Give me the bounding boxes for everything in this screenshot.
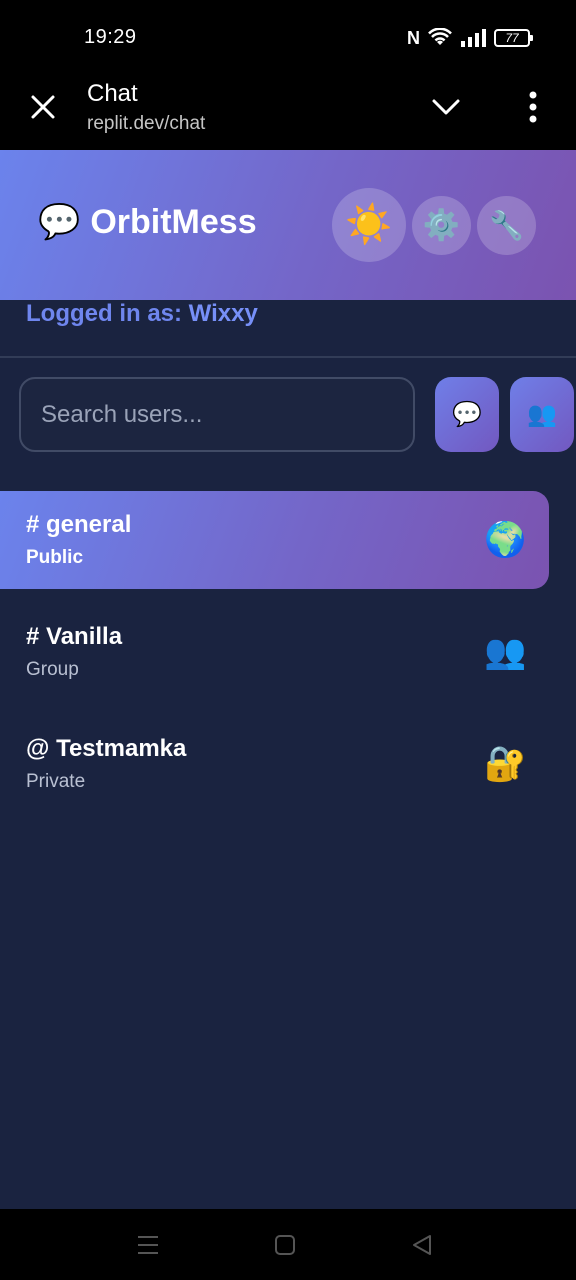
group-icon: 👥 — [484, 633, 527, 671]
browser-title: Chat — [87, 80, 138, 107]
logged-in-label: Logged in as: — [26, 300, 182, 327]
channel-item-vanilla[interactable]: # Vanilla Group 👥 — [0, 603, 549, 701]
square-icon[interactable] — [271, 1231, 299, 1259]
speech-bubble-icon: 💬 — [38, 203, 81, 241]
app-title-text: OrbitMess — [90, 202, 257, 241]
new-group-button[interactable]: 👥 — [510, 377, 574, 452]
browser-toolbar: Chat replit.dev/chat — [0, 76, 576, 150]
search-box — [19, 377, 415, 452]
signal-icon — [461, 29, 486, 47]
channel-item-testmamka[interactable]: @ Testmamka Private 🔐 — [0, 715, 549, 813]
close-icon[interactable] — [28, 92, 58, 122]
username: Wixxy — [188, 300, 258, 327]
globe-icon: 🌍 — [484, 521, 527, 559]
tools-button[interactable]: 🔧 — [477, 196, 536, 255]
channel-item-general[interactable]: # general Public 🌍 — [0, 491, 549, 589]
more-vert-icon[interactable] — [520, 90, 546, 124]
battery-icon: 77 — [494, 29, 533, 47]
channel-type: Group — [26, 659, 79, 680]
divider — [0, 356, 576, 358]
status-icons: N 77 — [407, 27, 533, 49]
search-input[interactable] — [21, 379, 413, 450]
channel-name: # Vanilla — [26, 623, 123, 650]
lock-icon: 🔐 — [484, 745, 527, 783]
channel-name: # general — [26, 511, 132, 538]
system-nav-bar — [0, 1209, 576, 1280]
channel-name: @ Testmamka — [26, 735, 187, 762]
new-chat-button[interactable]: 💬 — [435, 377, 499, 452]
channel-type: Private — [26, 771, 86, 792]
status-bar: 19:29 N 77 — [0, 0, 576, 76]
browser-url[interactable]: replit.dev/chat — [87, 113, 205, 135]
theme-toggle-button[interactable]: ☀️ — [332, 188, 406, 262]
triangle-back-icon[interactable] — [408, 1231, 436, 1259]
app-header: 💬 OrbitMess ☀️ ⚙️ 🔧 — [0, 150, 576, 300]
nfc-icon: N — [407, 28, 420, 48]
wifi-icon — [428, 28, 452, 45]
settings-button[interactable]: ⚙️ — [412, 196, 471, 255]
menu-lines-icon[interactable] — [134, 1231, 162, 1259]
status-time: 19:29 — [84, 26, 137, 48]
channel-type: Public — [26, 547, 84, 568]
app-title: 💬 OrbitMess — [38, 202, 257, 242]
logged-in-status: Logged in as: Wixxy — [26, 300, 258, 328]
chat-app: 💬 OrbitMess ☀️ ⚙️ 🔧 Logged in as: Wixxy … — [0, 150, 576, 1209]
chevron-down-icon[interactable] — [430, 94, 462, 120]
